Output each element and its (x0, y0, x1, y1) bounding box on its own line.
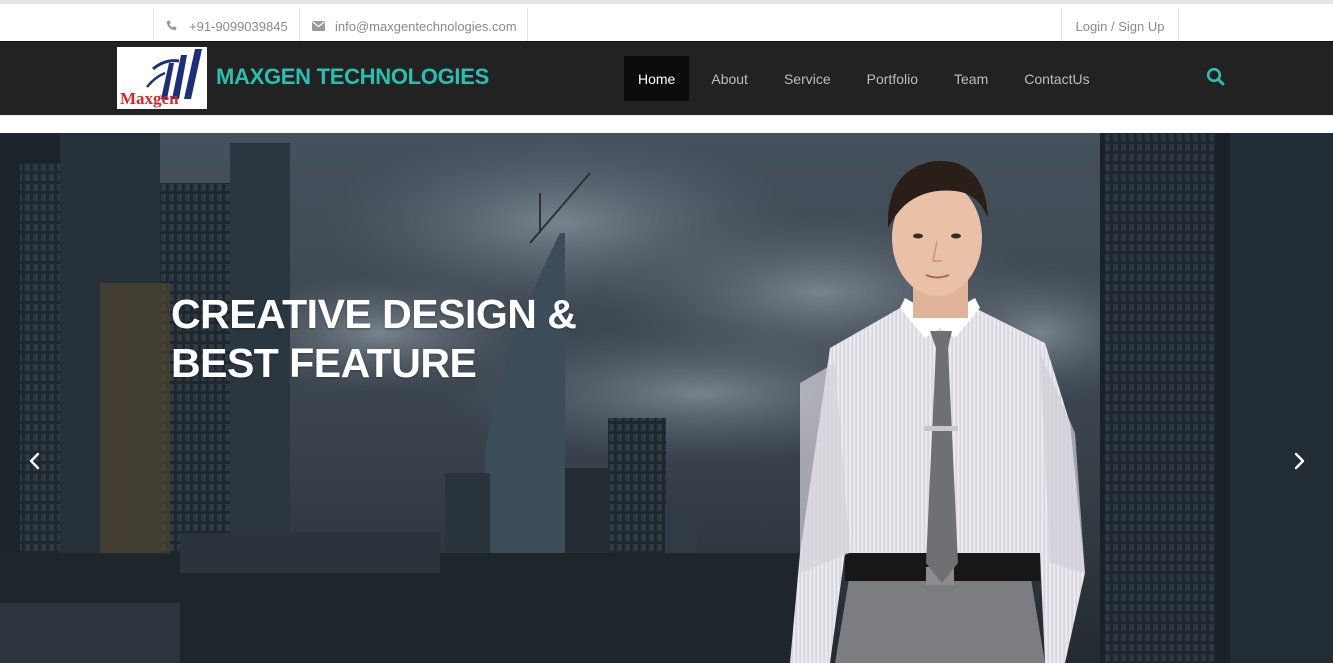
nav-item-team[interactable]: Team (936, 56, 1006, 101)
chevron-right-icon (1294, 452, 1305, 470)
envelope-icon (312, 20, 328, 34)
top-contact-bar: +91-9099039845 info@maxgentechnologies.c… (0, 0, 1333, 45)
svg-text:Maxgen: Maxgen (120, 89, 179, 108)
hero-headline-line-2: BEST FEATURE (171, 340, 477, 386)
phone-icon (166, 20, 182, 34)
nav-item-about[interactable]: About (693, 56, 766, 101)
hero-headline: CREATIVE DESIGN & BEST FEATURE (171, 290, 577, 388)
site-logo[interactable]: Maxgen (117, 47, 207, 109)
hero-slider: CREATIVE DESIGN & BEST FEATURE (0, 133, 1333, 663)
nav-item-service[interactable]: Service (766, 56, 849, 101)
slider-next-button[interactable] (1279, 445, 1319, 477)
hero-background-image (0, 133, 1333, 663)
nav-item-contactus[interactable]: ContactUs (1006, 56, 1107, 101)
nav-item-home[interactable]: Home (624, 56, 690, 101)
hero-headline-line-1: CREATIVE DESIGN & (171, 291, 577, 337)
slider-prev-button[interactable] (15, 445, 55, 477)
search-icon (1206, 67, 1225, 86)
chevron-left-icon (29, 452, 40, 470)
brand-name[interactable]: MAXGEN TECHNOLOGIES (216, 64, 489, 90)
phone-contact[interactable]: +91-9099039845 (153, 8, 300, 45)
search-button[interactable] (1205, 66, 1227, 88)
login-signup-link[interactable]: Login / Sign Up (1061, 8, 1179, 45)
main-navbar: Maxgen MAXGEN TECHNOLOGIES Home About Se… (0, 41, 1333, 115)
email-address: info@maxgentechnologies.com (335, 19, 517, 34)
email-contact[interactable]: info@maxgentechnologies.com (299, 8, 528, 45)
nav-item-portfolio[interactable]: Portfolio (849, 56, 936, 101)
phone-number: +91-9099039845 (189, 19, 288, 34)
header-divider (0, 115, 1333, 133)
main-nav: Home About Service Portfolio Team Contac… (624, 56, 1108, 101)
